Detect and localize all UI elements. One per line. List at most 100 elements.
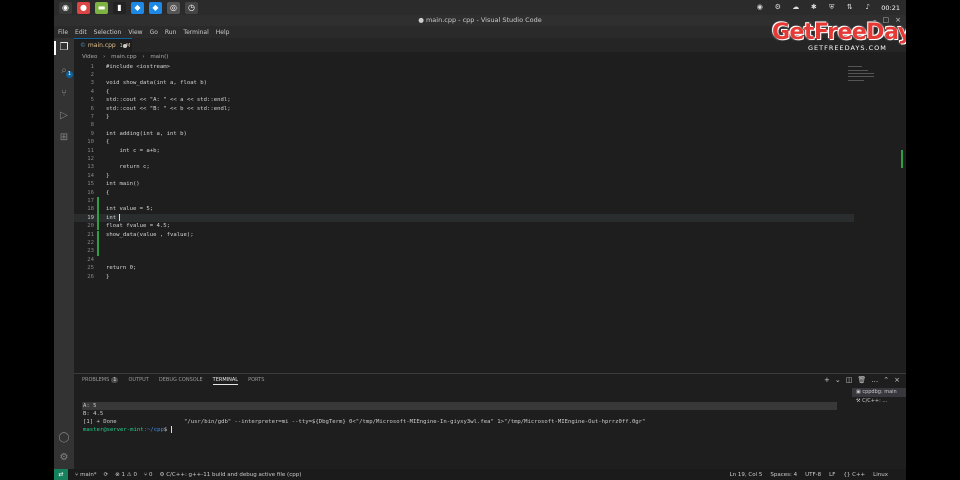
clock[interactable]: 00:21 [881,4,900,12]
line-number: 14 [87,172,94,179]
code-line[interactable]: 2 [74,71,854,79]
tab-ports[interactable]: PORTS [248,377,264,385]
code-line[interactable]: 19 int [74,213,854,223]
menu-edit[interactable]: Edit [75,29,87,36]
encoding[interactable]: UTF-8 [805,472,821,478]
code-line[interactable]: 18 int value = 5; [74,205,854,214]
code-line[interactable]: 11 int c = a+b; [74,147,854,155]
code-line[interactable]: 12 [74,155,854,163]
task-status[interactable]: ⚙ C/C++: g++-11 build and debug active f… [160,472,302,478]
terminal-item-build[interactable]: ⚒ C/C++: ... [852,397,906,406]
code-line[interactable]: 24 [74,256,854,264]
code-line[interactable]: 1 #include <iostream> [74,63,854,71]
terminal-icon[interactable]: ▮ [113,1,126,14]
code-line[interactable]: 5 std::cout << "A: " << a << std::endl; [74,96,854,104]
line-number: 21 [87,231,94,238]
vscode-icon[interactable]: ◆ [149,1,162,14]
code-line[interactable]: 13 return c; [74,163,854,171]
code-line[interactable]: 9 int adding(int a, int b) [74,130,854,138]
code-text: int c = a+b; [106,147,160,154]
volume-icon[interactable]: ♪ [863,3,872,12]
menu-help[interactable]: Help [216,29,230,36]
menu-terminal[interactable]: Terminal [183,29,208,36]
remote-icon[interactable]: ⇄ [54,469,68,480]
extensions-icon[interactable]: ⊞ [58,132,70,144]
terminal-output[interactable]: A: 5 B: 4.5 [1] + Done "/usr/bin/gdb" --… [83,402,645,434]
breadcrumb-file[interactable]: main.cpp [111,54,137,60]
steam-icon[interactable]: ⚙ [773,3,782,12]
add-terminal-icon[interactable]: + [824,376,830,384]
code-line[interactable]: 21 show_data(value , fvalue); [74,230,854,239]
code-line[interactable]: 16 { [74,189,854,197]
maximize-panel-icon[interactable]: ⌃ [883,376,889,384]
indentation[interactable]: Spaces: 4 [770,472,797,478]
breadcrumb-folder[interactable]: Video [82,54,97,60]
chevron-down-icon[interactable]: ⌄ [835,376,841,384]
source-control-icon[interactable]: ⑂ [58,88,70,100]
ellipsis-icon[interactable]: … [871,376,878,384]
code-line[interactable]: 26} [74,273,854,281]
cursor-position[interactable]: Ln 19, Col 5 [730,472,763,478]
vscode-icon[interactable]: ◆ [131,1,144,14]
tab-main-cpp[interactable]: © main.cpp 1, M [74,38,132,52]
unsaved-dot-icon[interactable] [123,44,127,48]
tab-label: main.cpp [87,42,116,49]
tab-problems[interactable]: PROBLEMS 1 [82,377,119,385]
chrome-icon[interactable]: ● [77,1,90,14]
code-text: float fvalue = 4.5; [106,223,170,230]
minimap[interactable] [848,64,894,104]
language-mode[interactable]: {} C++ [843,472,865,478]
run-debug-icon[interactable]: ▷ [58,110,70,122]
menu-run[interactable]: Run [165,29,177,36]
close-panel-icon[interactable]: × [894,376,900,384]
split-icon[interactable]: ◫ [846,376,853,384]
code-line[interactable]: 6 std::cout << "B: " << b << std::endl; [74,105,854,113]
code-line[interactable]: 25 return 0; [74,264,854,272]
explorer-icon[interactable]: ❐ [58,42,70,54]
code-line[interactable]: 3 void show_data(int a, float b) [74,79,854,87]
cloud-icon[interactable]: ☁ [791,3,800,12]
menu-file[interactable]: File [58,29,68,36]
tab-debug-console[interactable]: DEBUG CONSOLE [159,377,203,385]
eol[interactable]: LF [829,472,835,478]
code-line[interactable]: 7} [74,113,854,121]
bluetooth-icon[interactable]: ✱ [809,3,818,12]
shield-icon[interactable]: ⛨ [827,3,836,12]
system-taskbar: ◉ ● ▬ ▮ ◆ ◆ ◎ ◷ ◉ ⚙ ☁ ✱ ⛨ ⇅ ♪ 00:21 [54,0,906,15]
sync-icon[interactable]: ⟳ [104,472,109,478]
os-indicator[interactable]: Linux [873,472,888,478]
code-line[interactable]: 4{ [74,88,854,96]
obs-icon[interactable]: ◎ [167,1,180,14]
problems-status[interactable]: ⊗ 1 ⚠ 0 [115,472,137,478]
code-line[interactable]: 17 [74,196,854,206]
trash-icon[interactable]: 🗑 [857,376,866,384]
code-line[interactable]: 10 { [74,138,854,146]
network-icon[interactable]: ⇅ [845,3,854,12]
timeshift-icon[interactable]: ◷ [185,1,198,14]
git-change-marker [97,247,99,256]
menu-go[interactable]: Go [150,29,158,36]
code-line[interactable]: 8 [74,121,854,129]
code-editor[interactable]: 1 #include <iostream> 2 3 void show_data(int… [74,62,886,368]
branch-status[interactable]: ⑂ main* [75,472,97,478]
code-line[interactable]: 22 [74,238,854,248]
account-icon[interactable]: ◯ [58,432,70,444]
breadcrumb-symbol[interactable]: main() [150,54,168,60]
ports-status[interactable]: ⑂ 0 [144,472,153,478]
source-control-badge: 1 [66,71,73,78]
mint-menu-icon[interactable]: ◉ [59,1,72,14]
obs-recording-icon[interactable]: ◉ [755,3,764,12]
active-indicator [54,41,56,55]
watermark-subtext: GETFREEDAYS.COM [808,44,887,52]
terminal-item-cppdbg[interactable]: ▣ cppdbg: main [852,388,906,397]
gear-icon[interactable]: ⚙ [58,452,70,464]
code-line[interactable]: 23 [74,247,854,256]
code-line[interactable]: 15 int main() [74,180,854,188]
code-line[interactable]: 14} [74,172,854,180]
files-icon[interactable]: ▬ [95,1,108,14]
tab-output[interactable]: OUTPUT [128,377,148,385]
code-line[interactable]: 20 float fvalue = 4.5; [74,222,854,231]
menu-selection[interactable]: Selection [94,29,122,36]
tab-terminal[interactable]: TERMINAL [212,377,239,385]
menu-view[interactable]: View [128,29,142,36]
